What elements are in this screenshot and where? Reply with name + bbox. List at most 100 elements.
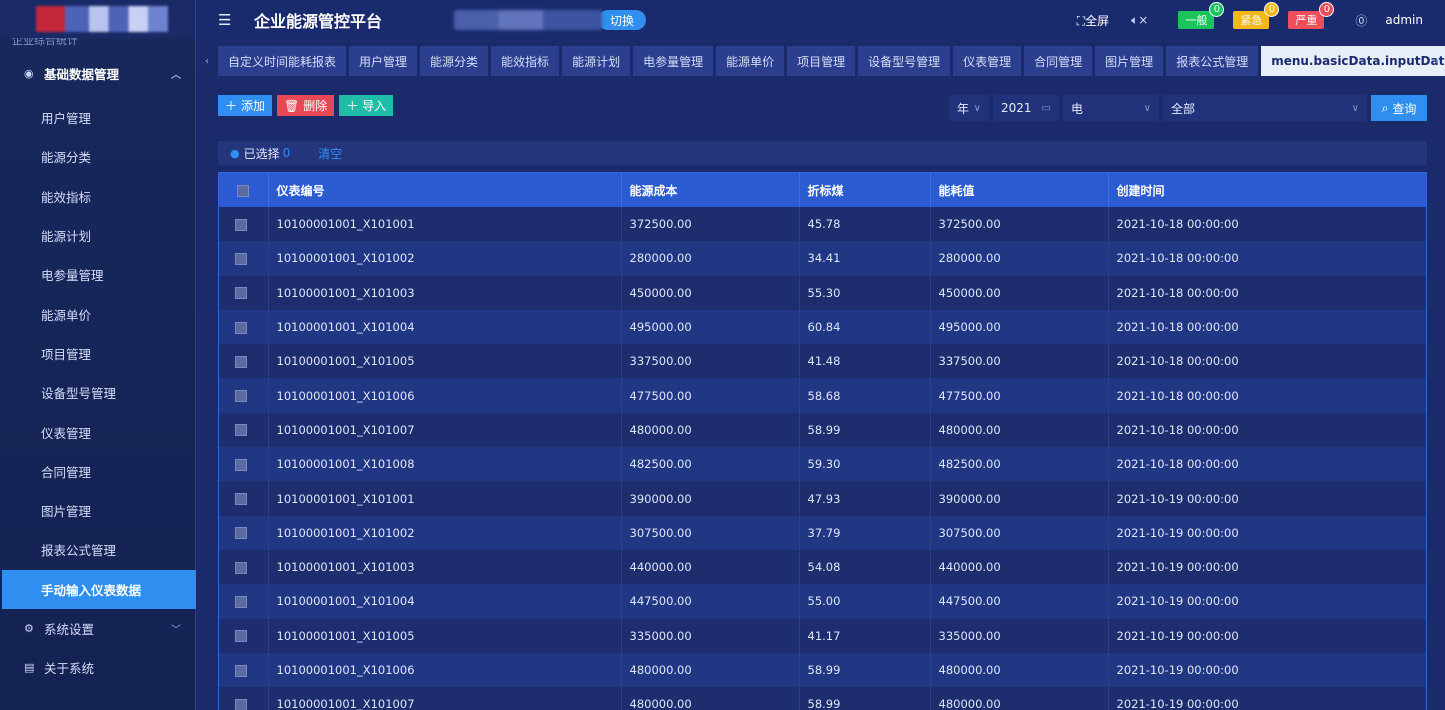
import-button[interactable]: ＋导入 xyxy=(339,95,394,116)
column-header-standard-coal[interactable]: 折标煤 xyxy=(799,173,931,207)
row-checkbox[interactable] xyxy=(235,664,247,677)
created-time-cell: 2021-10-19 00:00:00 xyxy=(1108,652,1426,688)
energy-value-cell: 390000.00 xyxy=(930,481,1109,516)
alarm-normal[interactable]: 一般 0 xyxy=(1178,2,1225,29)
row-checkbox[interactable] xyxy=(235,321,247,334)
sidebar-group-basic-data[interactable]: ◉ 基础数据管理 ︿ xyxy=(0,48,195,98)
table-row[interactable]: 10100001001_X101001 372500.00 45.78 372500.… xyxy=(219,207,1426,242)
user-name[interactable]: admin xyxy=(1385,13,1423,27)
tab-scroll-left-icon[interactable]: ‹ xyxy=(205,56,209,67)
standard-coal-cell: 59.30 xyxy=(799,447,931,482)
row-checkbox[interactable] xyxy=(235,527,247,540)
sidebar-item-system-settings[interactable]: ⚙ 系统设置 ﹀ xyxy=(0,609,195,648)
row-checkbox[interactable] xyxy=(235,698,247,710)
sidebar-item-cut[interactable]: 企业综合统计 xyxy=(0,38,195,48)
clear-selection-link[interactable]: 清空 xyxy=(318,145,342,162)
tab-label: 图片管理 xyxy=(1105,54,1154,69)
tab[interactable]: 用户管理 xyxy=(349,46,418,76)
sidebar-item-label: 合同管理 xyxy=(41,464,92,480)
row-checkbox[interactable] xyxy=(235,458,247,471)
sidebar-item[interactable]: 能源单价 xyxy=(0,294,195,333)
row-checkbox[interactable] xyxy=(235,493,247,506)
sidebar-item[interactable]: 设备型号管理 xyxy=(0,373,195,412)
created-time-cell: 2021-10-18 00:00:00 xyxy=(1108,378,1426,413)
select-all-checkbox[interactable] xyxy=(237,184,249,197)
tab[interactable]: 自定义时间能耗报表 xyxy=(218,46,347,76)
tab[interactable]: 能源计划 xyxy=(562,46,631,76)
add-button[interactable]: ＋添加 xyxy=(218,95,273,116)
energy-value-cell: 480000.00 xyxy=(930,412,1109,448)
row-checkbox[interactable] xyxy=(235,595,247,608)
sidebar-item-about[interactable]: ▤ 关于系统 xyxy=(0,648,195,687)
tab[interactable]: menu.basicData.inputData× xyxy=(1261,46,1445,76)
fullscreen-button[interactable]: ⛶全屏 xyxy=(1077,12,1109,29)
row-checkbox[interactable] xyxy=(235,424,247,437)
column-header-meter-code[interactable]: 仪表编号 xyxy=(268,173,622,207)
table-row[interactable]: 10100001001_X101004 495000.00 60.84 495000.… xyxy=(219,309,1426,345)
energy-value-cell: 447500.00 xyxy=(930,584,1109,619)
project-selector[interactable] xyxy=(454,10,603,30)
scope-select[interactable]: 全部 ∨ xyxy=(1163,95,1367,121)
sidebar-item[interactable]: 仪表管理 xyxy=(0,412,195,451)
energy-cost-cell: 450000.00 xyxy=(621,275,800,310)
sidebar-item[interactable]: 项目管理 xyxy=(0,334,195,373)
sidebar-item[interactable]: 手动输入仪表数据 xyxy=(2,569,196,609)
year-picker[interactable]: 2021 ▭ xyxy=(993,95,1059,121)
menu-toggle-icon[interactable]: ☰ xyxy=(218,11,238,29)
tab-scroll-right-icon[interactable]: › xyxy=(1435,56,1439,67)
switch-button[interactable]: 切换 xyxy=(598,10,647,30)
sidebar-item[interactable]: 图片管理 xyxy=(0,491,195,530)
mute-icon[interactable]: 🔈︎× xyxy=(1131,13,1148,28)
row-checkbox[interactable] xyxy=(235,252,247,265)
period-select[interactable]: 年 ∨ xyxy=(949,95,989,121)
tab[interactable]: 图片管理 xyxy=(1095,46,1164,76)
sidebar-item[interactable]: 能源计划 xyxy=(0,216,195,255)
table-row[interactable]: 10100001001_X101002 280000.00 34.41 280000.… xyxy=(219,241,1426,276)
query-button[interactable]: ⌕ 查询 xyxy=(1371,95,1427,121)
table-row[interactable]: 10100001001_X101007 480000.00 58.99 480000.… xyxy=(219,687,1426,710)
alarm-urgent[interactable]: 紧急 0 xyxy=(1233,2,1280,29)
tab[interactable]: 设备型号管理 xyxy=(858,46,951,76)
table-row[interactable]: 10100001001_X101001 390000.00 47.93 390000.… xyxy=(219,481,1426,516)
energy-select[interactable]: 电 ∨ xyxy=(1063,95,1159,121)
select-all-header[interactable] xyxy=(219,173,269,207)
alarm-severe[interactable]: 严重 0 xyxy=(1288,2,1335,29)
column-header-created-time[interactable]: 创建时间 xyxy=(1108,173,1426,207)
table-row[interactable]: 10100001001_X101004 447500.00 55.00 447500.… xyxy=(219,584,1426,619)
table-row[interactable]: 10100001001_X101006 477500.00 58.68 477500.… xyxy=(219,378,1426,413)
row-checkbox[interactable] xyxy=(235,630,247,643)
row-checkbox[interactable] xyxy=(235,390,247,403)
table-row[interactable]: 10100001001_X101003 450000.00 55.30 450000.… xyxy=(219,275,1426,310)
column-header-energy-cost[interactable]: 能源成本 xyxy=(621,173,800,207)
table-row[interactable]: 10100001001_X101002 307500.00 37.79 307500.… xyxy=(219,515,1426,550)
table-row[interactable]: 10100001001_X101003 440000.00 54.08 440000.… xyxy=(219,549,1426,585)
tab[interactable]: 能源分类 xyxy=(420,46,489,76)
row-checkbox[interactable] xyxy=(235,218,247,231)
sidebar-item[interactable]: 用户管理 xyxy=(0,98,195,137)
tab[interactable]: 项目管理 xyxy=(787,46,856,76)
tab[interactable]: 能效指标 xyxy=(491,46,560,76)
table-row[interactable]: 10100001001_X101005 337500.00 41.48 337500.… xyxy=(219,344,1426,379)
table-row[interactable]: 10100001001_X101006 480000.00 58.99 480000.… xyxy=(219,652,1426,688)
row-checkbox[interactable] xyxy=(235,287,247,300)
tab[interactable]: 合同管理 xyxy=(1024,46,1093,76)
created-time-cell: 2021-10-18 00:00:00 xyxy=(1108,207,1426,242)
row-checkbox[interactable] xyxy=(235,561,247,574)
tab[interactable]: 报表公式管理 xyxy=(1166,46,1259,76)
table-row[interactable]: 10100001001_X101007 480000.00 58.99 480000.… xyxy=(219,412,1426,448)
sidebar-item[interactable]: 能效指标 xyxy=(0,177,195,216)
sidebar-item[interactable]: 电参量管理 xyxy=(0,255,195,294)
table-row[interactable]: 10100001001_X101008 482500.00 59.30 482500.… xyxy=(219,447,1426,482)
sidebar-item[interactable]: 合同管理 xyxy=(0,452,195,491)
tab[interactable]: 电参量管理 xyxy=(633,46,714,76)
tab[interactable]: 能源单价 xyxy=(716,46,785,76)
tab[interactable]: 仪表管理 xyxy=(953,46,1022,76)
delete-button[interactable]: 🗑︎ 删除 xyxy=(277,95,335,116)
row-checkbox[interactable] xyxy=(235,355,247,368)
energy-cost-cell: 307500.00 xyxy=(621,515,800,550)
column-header-energy-value[interactable]: 能耗值 xyxy=(930,173,1109,207)
help-icon[interactable]: ⓪ xyxy=(1355,12,1367,29)
sidebar-item[interactable]: 报表公式管理 xyxy=(0,530,195,569)
table-row[interactable]: 10100001001_X101005 335000.00 41.17 335000.… xyxy=(219,618,1426,653)
sidebar-item[interactable]: 能源分类 xyxy=(0,137,195,176)
